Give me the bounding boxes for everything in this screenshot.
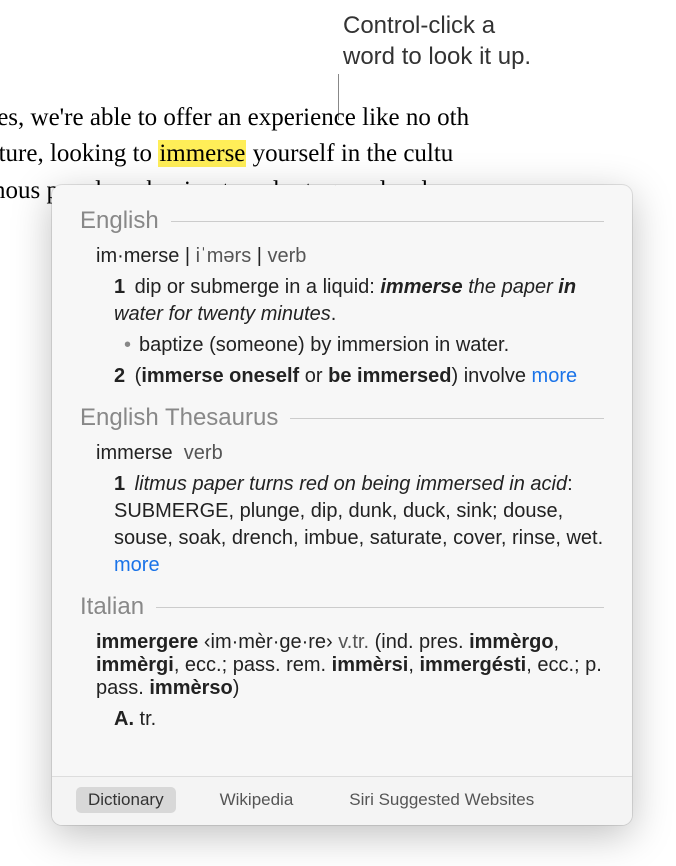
- italian-conj-open: (ind. pres.: [369, 631, 469, 653]
- body-line2-before: dventure, looking to: [0, 140, 158, 167]
- pron-sep2: |: [251, 245, 267, 267]
- thes-def-num: 1: [114, 473, 125, 495]
- body-line1: ckages, we're able to offer an experienc…: [0, 104, 469, 131]
- callout-line2: word to look it up.: [343, 41, 531, 72]
- tab-wikipedia[interactable]: Wikipedia: [208, 787, 306, 813]
- section-title-italian: Italian: [80, 593, 156, 621]
- italian-conj2: immèrgi: [96, 654, 174, 676]
- thes-caps: SUBMERGE: [114, 500, 228, 522]
- thesaurus-def-1: 1 litmus paper turns red on being immers…: [114, 471, 604, 579]
- section-rule: [171, 221, 604, 222]
- tab-siri[interactable]: Siri Suggested Websites: [337, 787, 546, 813]
- italian-conj1: immèrgo: [469, 631, 553, 653]
- thesaurus-entry: immerse verb 1 litmus paper turns red on…: [80, 442, 604, 579]
- callout-annotation: Control-click a word to look it up.: [343, 10, 531, 72]
- english-def-1-sub: baptize (someone) by immersion in water.: [124, 332, 604, 359]
- italian-headword-line: immergere ‹im·mèr·ge·re› v.tr. (ind. pre…: [96, 631, 604, 700]
- section-header-italian: Italian: [80, 593, 604, 621]
- italian-conj3: immèrsi: [332, 654, 409, 676]
- popup-content[interactable]: English im·merse | iˈmərs | verb 1 dip o…: [52, 185, 632, 776]
- comma2: ,: [408, 654, 419, 676]
- section-rule: [156, 607, 604, 608]
- pron-sep: |: [179, 245, 195, 267]
- section-rule: [290, 418, 604, 419]
- tab-dictionary[interactable]: Dictionary: [76, 787, 176, 813]
- def1-text: dip or submerge in a liquid:: [129, 276, 380, 298]
- ecc1: , ecc.; pass. rem.: [174, 654, 332, 676]
- english-headword-line: im·merse | iˈmərs | verb: [96, 245, 604, 268]
- def2-phrase2: be immersed: [328, 365, 451, 387]
- popup-footer: Dictionary Wikipedia Siri Suggested Webs…: [52, 776, 632, 825]
- def1-ex-it1: the paper: [463, 276, 559, 298]
- italian-headword: immergere: [96, 631, 198, 653]
- def1-period: .: [331, 303, 337, 325]
- english-pronunciation: iˈmərs: [196, 245, 252, 267]
- sense-a-label: A.: [114, 708, 134, 730]
- highlighted-word[interactable]: immerse: [158, 140, 246, 167]
- thesaurus-pos: verb: [184, 442, 223, 464]
- english-def-1: 1 dip or submerge in a liquid: immerse t…: [114, 274, 604, 328]
- italian-definitions: A. tr.: [96, 706, 604, 733]
- sense-a-text: tr.: [134, 708, 156, 730]
- section-header-english: English: [80, 207, 604, 235]
- section-header-thesaurus: English Thesaurus: [80, 404, 604, 432]
- english-more-link[interactable]: more: [532, 365, 578, 387]
- italian-conj4: immergésti: [419, 654, 526, 676]
- def-num-2: 2: [114, 365, 125, 387]
- def1-ex-bold: immerse: [380, 276, 462, 298]
- body-line2-after: yourself in the cultu: [246, 140, 453, 167]
- thesaurus-headword-line: immerse verb: [96, 442, 604, 465]
- def2-paren-open: (: [129, 365, 141, 387]
- english-def-2: 2 (immerse oneself or be immersed) invol…: [114, 363, 604, 390]
- def2-or: or: [299, 365, 328, 387]
- italian-close: ): [233, 677, 240, 699]
- italian-sense-a: A. tr.: [114, 706, 604, 733]
- thes-example: litmus paper turns red on being immersed…: [129, 473, 567, 495]
- italian-conj5: immèrso: [149, 677, 232, 699]
- italian-entry: immergere ‹im·mèr·ge·re› v.tr. (ind. pre…: [80, 631, 604, 733]
- def1-ex-bold2: in: [558, 276, 576, 298]
- def1-ex-it2: water for twenty minutes: [114, 303, 331, 325]
- lookup-popup: English im·merse | iˈmərs | verb 1 dip o…: [52, 185, 632, 825]
- thesaurus-definitions: 1 litmus paper turns red on being immers…: [96, 471, 604, 579]
- thesaurus-more-link[interactable]: more: [114, 554, 160, 576]
- english-definitions: 1 dip or submerge in a liquid: immerse t…: [96, 274, 604, 390]
- italian-syllables: ‹im·mèr·ge·re›: [198, 631, 332, 653]
- def2-paren-close: ) involve: [452, 365, 532, 387]
- comma1: ,: [554, 631, 560, 653]
- english-pos: verb: [268, 245, 307, 267]
- section-title-english: English: [80, 207, 171, 235]
- english-headword: im·merse: [96, 245, 179, 267]
- section-title-thesaurus: English Thesaurus: [80, 404, 290, 432]
- italian-pos: v.tr.: [333, 631, 369, 653]
- english-entry: im·merse | iˈmərs | verb 1 dip or submer…: [80, 245, 604, 390]
- thesaurus-headword: immerse: [96, 442, 173, 464]
- def-num-1: 1: [114, 276, 125, 298]
- callout-line1: Control-click a: [343, 10, 531, 41]
- def2-phrase1: immerse oneself: [141, 365, 299, 387]
- thes-colon: :: [567, 473, 573, 495]
